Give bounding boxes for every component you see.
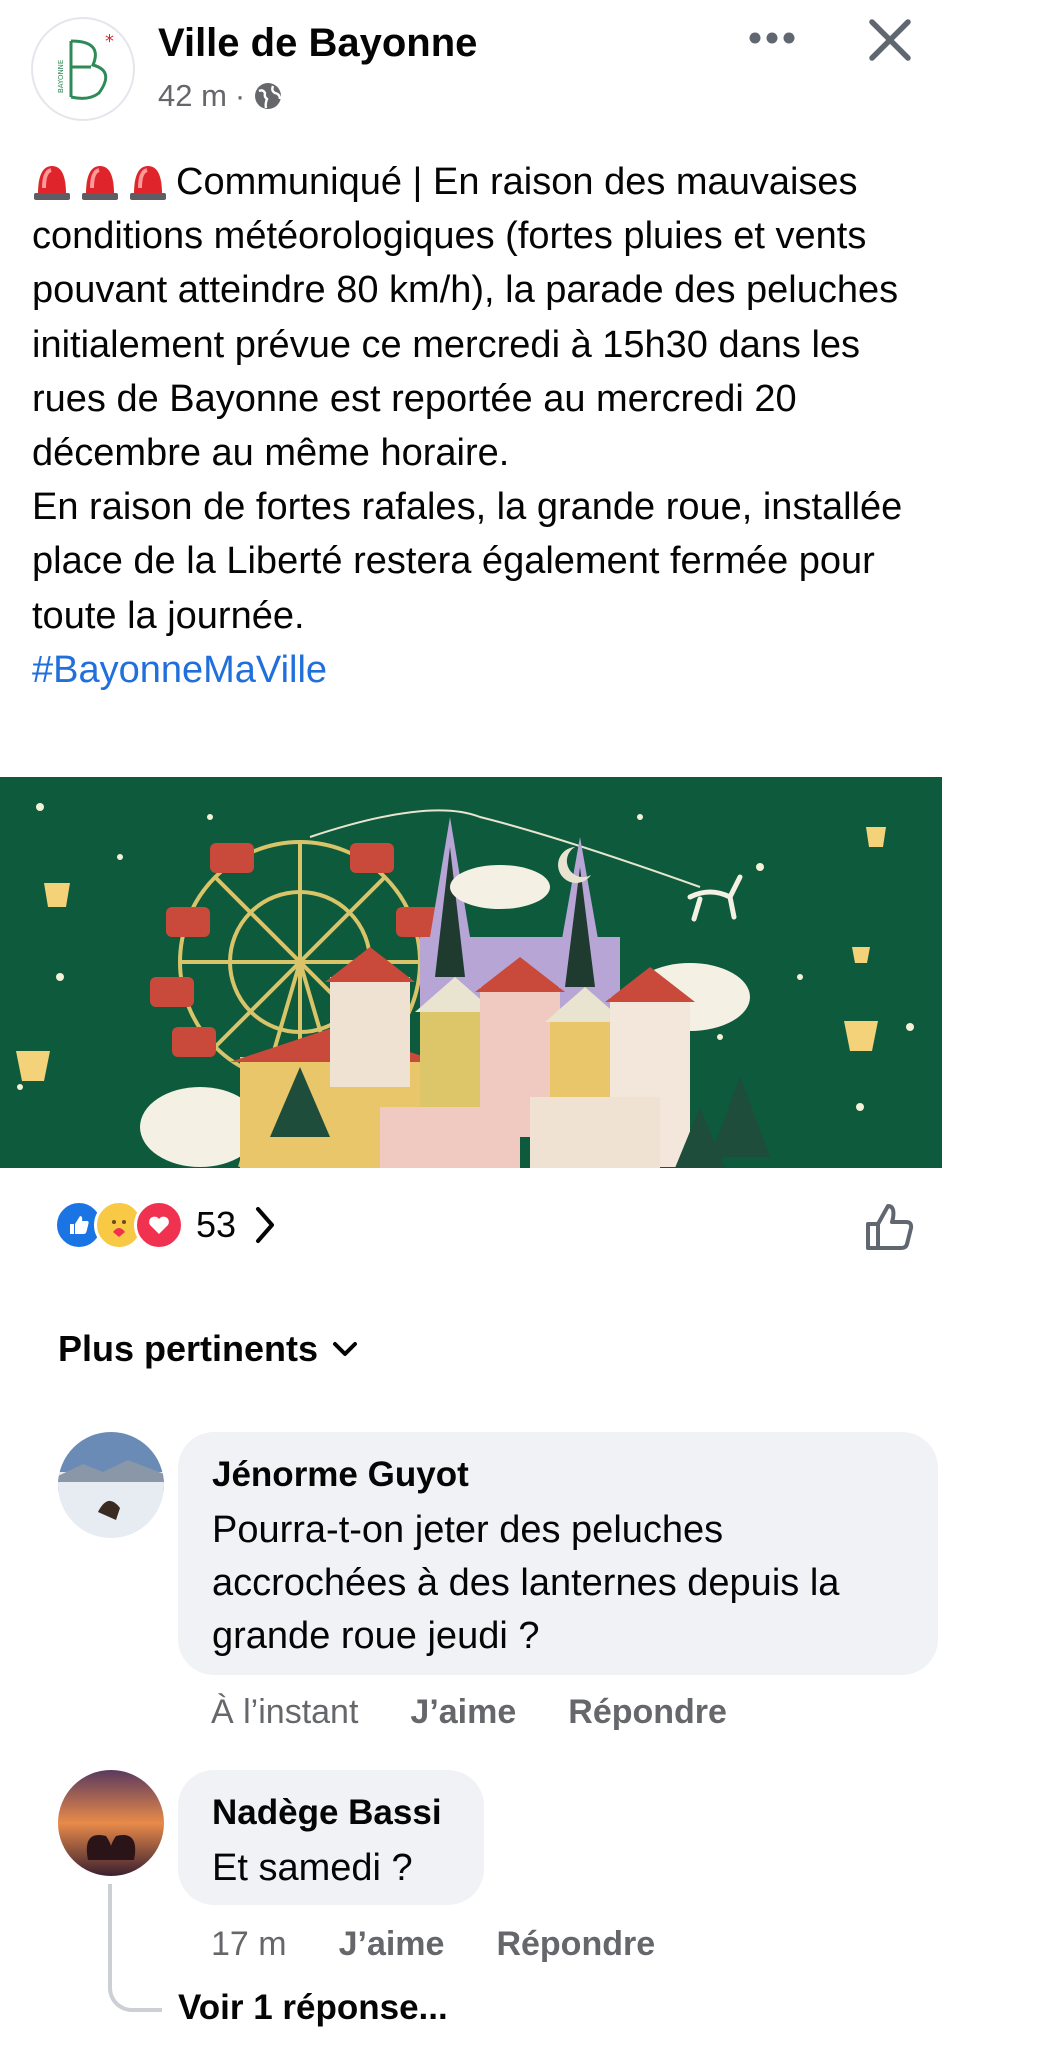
commenter-avatar[interactable]: [58, 1432, 164, 1538]
reply-thread-line: [108, 1884, 162, 2012]
globe-icon: [255, 83, 282, 109]
chevron-right-icon: [256, 1207, 275, 1243]
post-image[interactable]: [0, 777, 942, 1168]
comment-bubble: Nadège Bassi Et samedi ?: [178, 1770, 484, 1905]
comment-time[interactable]: À l’instant: [211, 1693, 358, 1732]
like-button[interactable]: [862, 1198, 918, 1254]
svg-text:*: *: [105, 31, 114, 52]
siren-icon: [130, 166, 166, 200]
bayonne-logo: * BAYONNE: [57, 31, 114, 100]
comment-time[interactable]: 17 m: [211, 1925, 287, 1964]
comment-sort-dropdown[interactable]: Plus pertinents: [58, 1328, 358, 1370]
christmas-illustration: [0, 777, 942, 1168]
siren-icon: [82, 166, 118, 200]
comment-reply-button[interactable]: Répondre: [568, 1693, 727, 1732]
comment-actions: À l’instant J’aime Répondre: [211, 1693, 779, 1732]
more-icon: [749, 32, 795, 44]
meta-separator: ·: [234, 78, 246, 113]
commenter-avatar[interactable]: [58, 1770, 164, 1876]
page-avatar[interactable]: * BAYONNE: [31, 17, 135, 121]
comment-like-button[interactable]: J’aime: [339, 1925, 445, 1964]
hashtag-link[interactable]: #BayonneMaVille: [32, 649, 327, 691]
comment-author[interactable]: Jénorme Guyot: [212, 1452, 904, 1498]
comment-bubble: Jénorme Guyot Pourra-t-on jeter des pelu…: [178, 1432, 938, 1675]
comment-actions: 17 m J’aime Répondre: [211, 1925, 707, 1964]
close-icon: [869, 19, 911, 61]
reactions-summary[interactable]: 53: [54, 1200, 276, 1250]
love-icon: [134, 1200, 184, 1250]
more-options-button[interactable]: [742, 18, 802, 58]
page-name[interactable]: Ville de Bayonne: [158, 18, 477, 68]
chevron-down-icon: [333, 1342, 358, 1356]
comment-like-button[interactable]: J’aime: [410, 1693, 516, 1732]
sort-label: Plus pertinents: [58, 1328, 319, 1369]
reaction-count: 53: [196, 1204, 237, 1245]
comment-text: Et samedi ?: [212, 1847, 413, 1889]
post-body: Communiqué | En raison des mauvaises con…: [32, 161, 903, 637]
post-text: Communiqué | En raison des mauvaises con…: [32, 155, 932, 697]
siren-icon: [34, 166, 70, 200]
thumbs-up-icon: [866, 1204, 914, 1250]
close-button[interactable]: [862, 12, 918, 68]
comment-author[interactable]: Nadège Bassi: [212, 1790, 450, 1836]
post-time[interactable]: 42 m: [158, 76, 227, 116]
svg-text:BAYONNE: BAYONNE: [57, 60, 65, 93]
post-meta: 42 m ·: [158, 76, 283, 116]
comment-reply-button[interactable]: Répondre: [496, 1925, 655, 1964]
comment-text: Pourra-t-on jeter des peluches accrochée…: [212, 1509, 840, 1657]
view-replies-link[interactable]: Voir 1 réponse...: [178, 1988, 448, 2028]
